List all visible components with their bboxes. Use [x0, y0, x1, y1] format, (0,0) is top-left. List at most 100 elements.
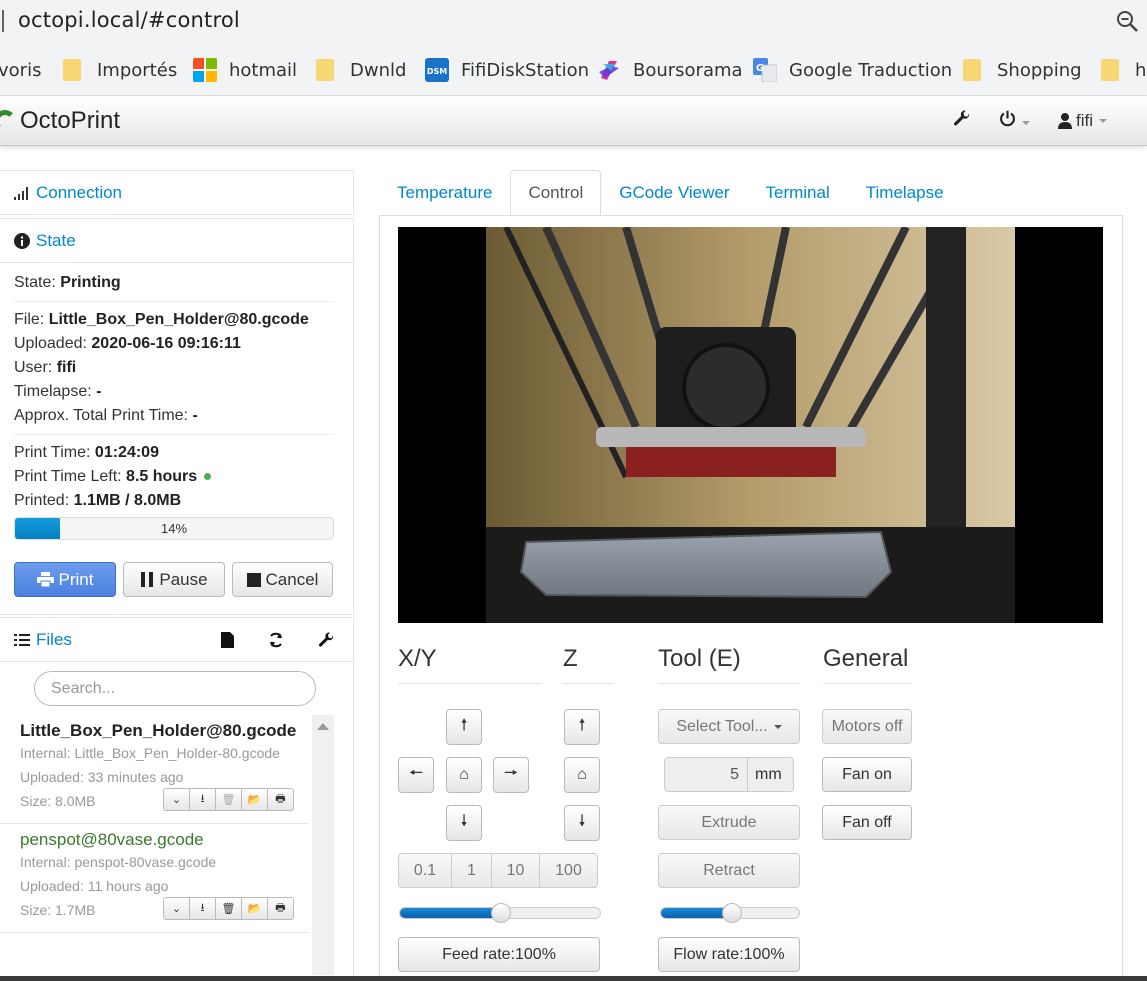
folder-icon: [1101, 59, 1119, 81]
state-header[interactable]: State: [0, 219, 353, 263]
delete-button[interactable]: 🗑: [215, 788, 242, 811]
home-xy-button[interactable]: ⌂: [446, 757, 482, 793]
printer-icon: [36, 572, 54, 587]
zoom-icon[interactable]: [1115, 9, 1139, 33]
scroll-up-arrow-icon[interactable]: [317, 723, 329, 730]
file-list-scrollbar[interactable]: [312, 715, 334, 975]
bookmark-importes[interactable]: Importés: [63, 44, 177, 96]
general-group-title: General: [823, 645, 912, 684]
load-and-print-button[interactable]: 🖶: [267, 788, 294, 811]
state-printed: Printed: 1.1MB / 8.0MB: [14, 492, 182, 509]
file-actions: ⌄ ⭳ 🗑 📂 🖶: [163, 788, 294, 811]
settings-button[interactable]: [953, 110, 971, 133]
feed-rate-slider[interactable]: [399, 903, 601, 923]
cancel-button[interactable]: Cancel: [232, 562, 333, 597]
bookmark-h[interactable]: h: [1101, 44, 1146, 96]
state-print-time: Print Time: 01:24:09: [14, 444, 159, 461]
step-100-button[interactable]: 100: [539, 853, 598, 888]
bookmark-google-traduction[interactable]: G Google Traduction: [753, 44, 952, 96]
url-text[interactable]: octopi.local/#control: [18, 8, 240, 32]
jog-y-plus-button[interactable]: 🠕: [446, 709, 482, 745]
bookmark-dwnld[interactable]: Dwnld: [316, 44, 406, 96]
print-progress-bar: 14%: [14, 517, 334, 540]
folder-icon: [63, 59, 81, 81]
step-1-button[interactable]: 1: [451, 853, 492, 888]
tab-control[interactable]: Control: [510, 170, 602, 216]
octoprint-logo-icon: [0, 110, 16, 132]
flow-rate-slider[interactable]: [660, 903, 800, 923]
jog-z-minus-button[interactable]: 🠗: [564, 805, 600, 841]
bookmark-label: h: [1135, 59, 1147, 81]
arrow-down-icon: 🠗: [578, 812, 586, 830]
print-button[interactable]: Print: [14, 562, 116, 597]
step-10-button[interactable]: 10: [491, 853, 540, 888]
expand-button[interactable]: ⌄: [163, 897, 190, 920]
webcam-image: [486, 227, 1015, 623]
tool-group-title: Tool (E): [658, 645, 800, 684]
chevron-down-icon: ⌄: [171, 903, 182, 915]
address-bar[interactable]: octopi.local/#control: [0, 0, 1147, 44]
brand[interactable]: OctoPrint: [0, 107, 120, 135]
state-status: State: Printing: [14, 274, 121, 291]
download-button[interactable]: ⭳: [189, 897, 216, 920]
file-name[interactable]: Little_Box_Pen_Holder@80.gcode: [20, 721, 308, 741]
step-0.1-button[interactable]: 0.1: [398, 853, 452, 888]
bookmark-hotmail[interactable]: hotmail: [193, 44, 297, 96]
user-menu-button[interactable]: fifi: [1058, 111, 1107, 131]
bookmark-boursorama[interactable]: Boursorama: [597, 44, 743, 96]
jog-y-minus-button[interactable]: 🠗: [446, 805, 482, 841]
tab-timelapse[interactable]: Timelapse: [848, 170, 962, 216]
file-name[interactable]: penspot@80vase.gcode: [20, 830, 308, 850]
file-uploaded: Uploaded: 11 hours ago: [20, 878, 169, 894]
state-user: User: fifi: [14, 359, 77, 376]
file-search-input[interactable]: Search...: [34, 671, 316, 706]
system-menu-button[interactable]: [999, 110, 1030, 132]
new-file-icon[interactable]: [221, 632, 234, 648]
bookmark-shopping[interactable]: Shopping: [963, 44, 1082, 96]
refresh-icon[interactable]: [268, 632, 284, 648]
pause-button[interactable]: Pause: [123, 562, 225, 597]
extrude-amount-value: 5: [730, 765, 739, 783]
wrench-icon[interactable]: [318, 632, 335, 649]
list-item[interactable]: Little_Box_Pen_Holder@80.gcode Internal:…: [0, 715, 308, 824]
fan-on-button[interactable]: Fan on: [822, 757, 912, 792]
list-icon: [14, 633, 30, 646]
extrude-unit: mm: [747, 758, 782, 791]
tab-terminal[interactable]: Terminal: [748, 170, 848, 216]
delete-button[interactable]: 🗑: [215, 897, 242, 920]
extrude-amount-input[interactable]: 5 mm: [664, 757, 794, 792]
bookmark-voris[interactable]: voris: [0, 44, 41, 96]
feed-rate-slider-handle[interactable]: [491, 903, 511, 923]
arrow-right-icon: 🠖: [503, 764, 518, 782]
flow-rate-button[interactable]: Flow rate:100%: [658, 937, 800, 972]
tab-temperature[interactable]: Temperature: [379, 170, 510, 216]
bookmark-fifidiskstation[interactable]: DSM FifiDiskStation: [425, 44, 589, 96]
chevron-down-icon: [1022, 120, 1030, 125]
extrude-button[interactable]: Extrude: [658, 805, 800, 840]
chevron-down-icon: ⌄: [171, 794, 182, 806]
list-item[interactable]: penspot@80vase.gcode Internal: penspot-8…: [0, 824, 308, 933]
arrow-up-icon: 🠕: [460, 716, 468, 734]
connection-header[interactable]: Connection: [0, 171, 353, 215]
select-tool-dropdown[interactable]: Select Tool...: [658, 709, 800, 744]
retract-button[interactable]: Retract: [658, 853, 800, 888]
jog-z-plus-button[interactable]: 🠕: [564, 709, 600, 745]
jog-x-plus-button[interactable]: 🠖: [493, 757, 529, 793]
load-button[interactable]: 📂: [241, 897, 268, 920]
estimate-dot-icon: [203, 473, 211, 481]
home-z-button[interactable]: ⌂: [564, 757, 600, 793]
fan-off-button[interactable]: Fan off: [822, 805, 912, 840]
load-and-print-button[interactable]: 🖶: [267, 897, 294, 920]
flow-rate-slider-handle[interactable]: [722, 903, 742, 923]
taskbar-edge: [0, 976, 1147, 981]
feed-rate-button[interactable]: Feed rate:100%: [398, 937, 600, 972]
bookmark-label: Importés: [97, 59, 178, 81]
motors-off-button[interactable]: Motors off: [822, 709, 912, 744]
jog-x-minus-button[interactable]: 🠔: [398, 757, 434, 793]
tab-gcode-viewer[interactable]: GCode Viewer: [601, 170, 747, 216]
download-button[interactable]: ⭳: [189, 788, 216, 811]
load-button[interactable]: 📂: [241, 788, 268, 811]
expand-button[interactable]: ⌄: [163, 788, 190, 811]
chevron-down-icon: [1099, 119, 1107, 123]
bookmarks-bar: voris Importés hotmail Dwnld DSM FifiDis…: [0, 44, 1147, 96]
